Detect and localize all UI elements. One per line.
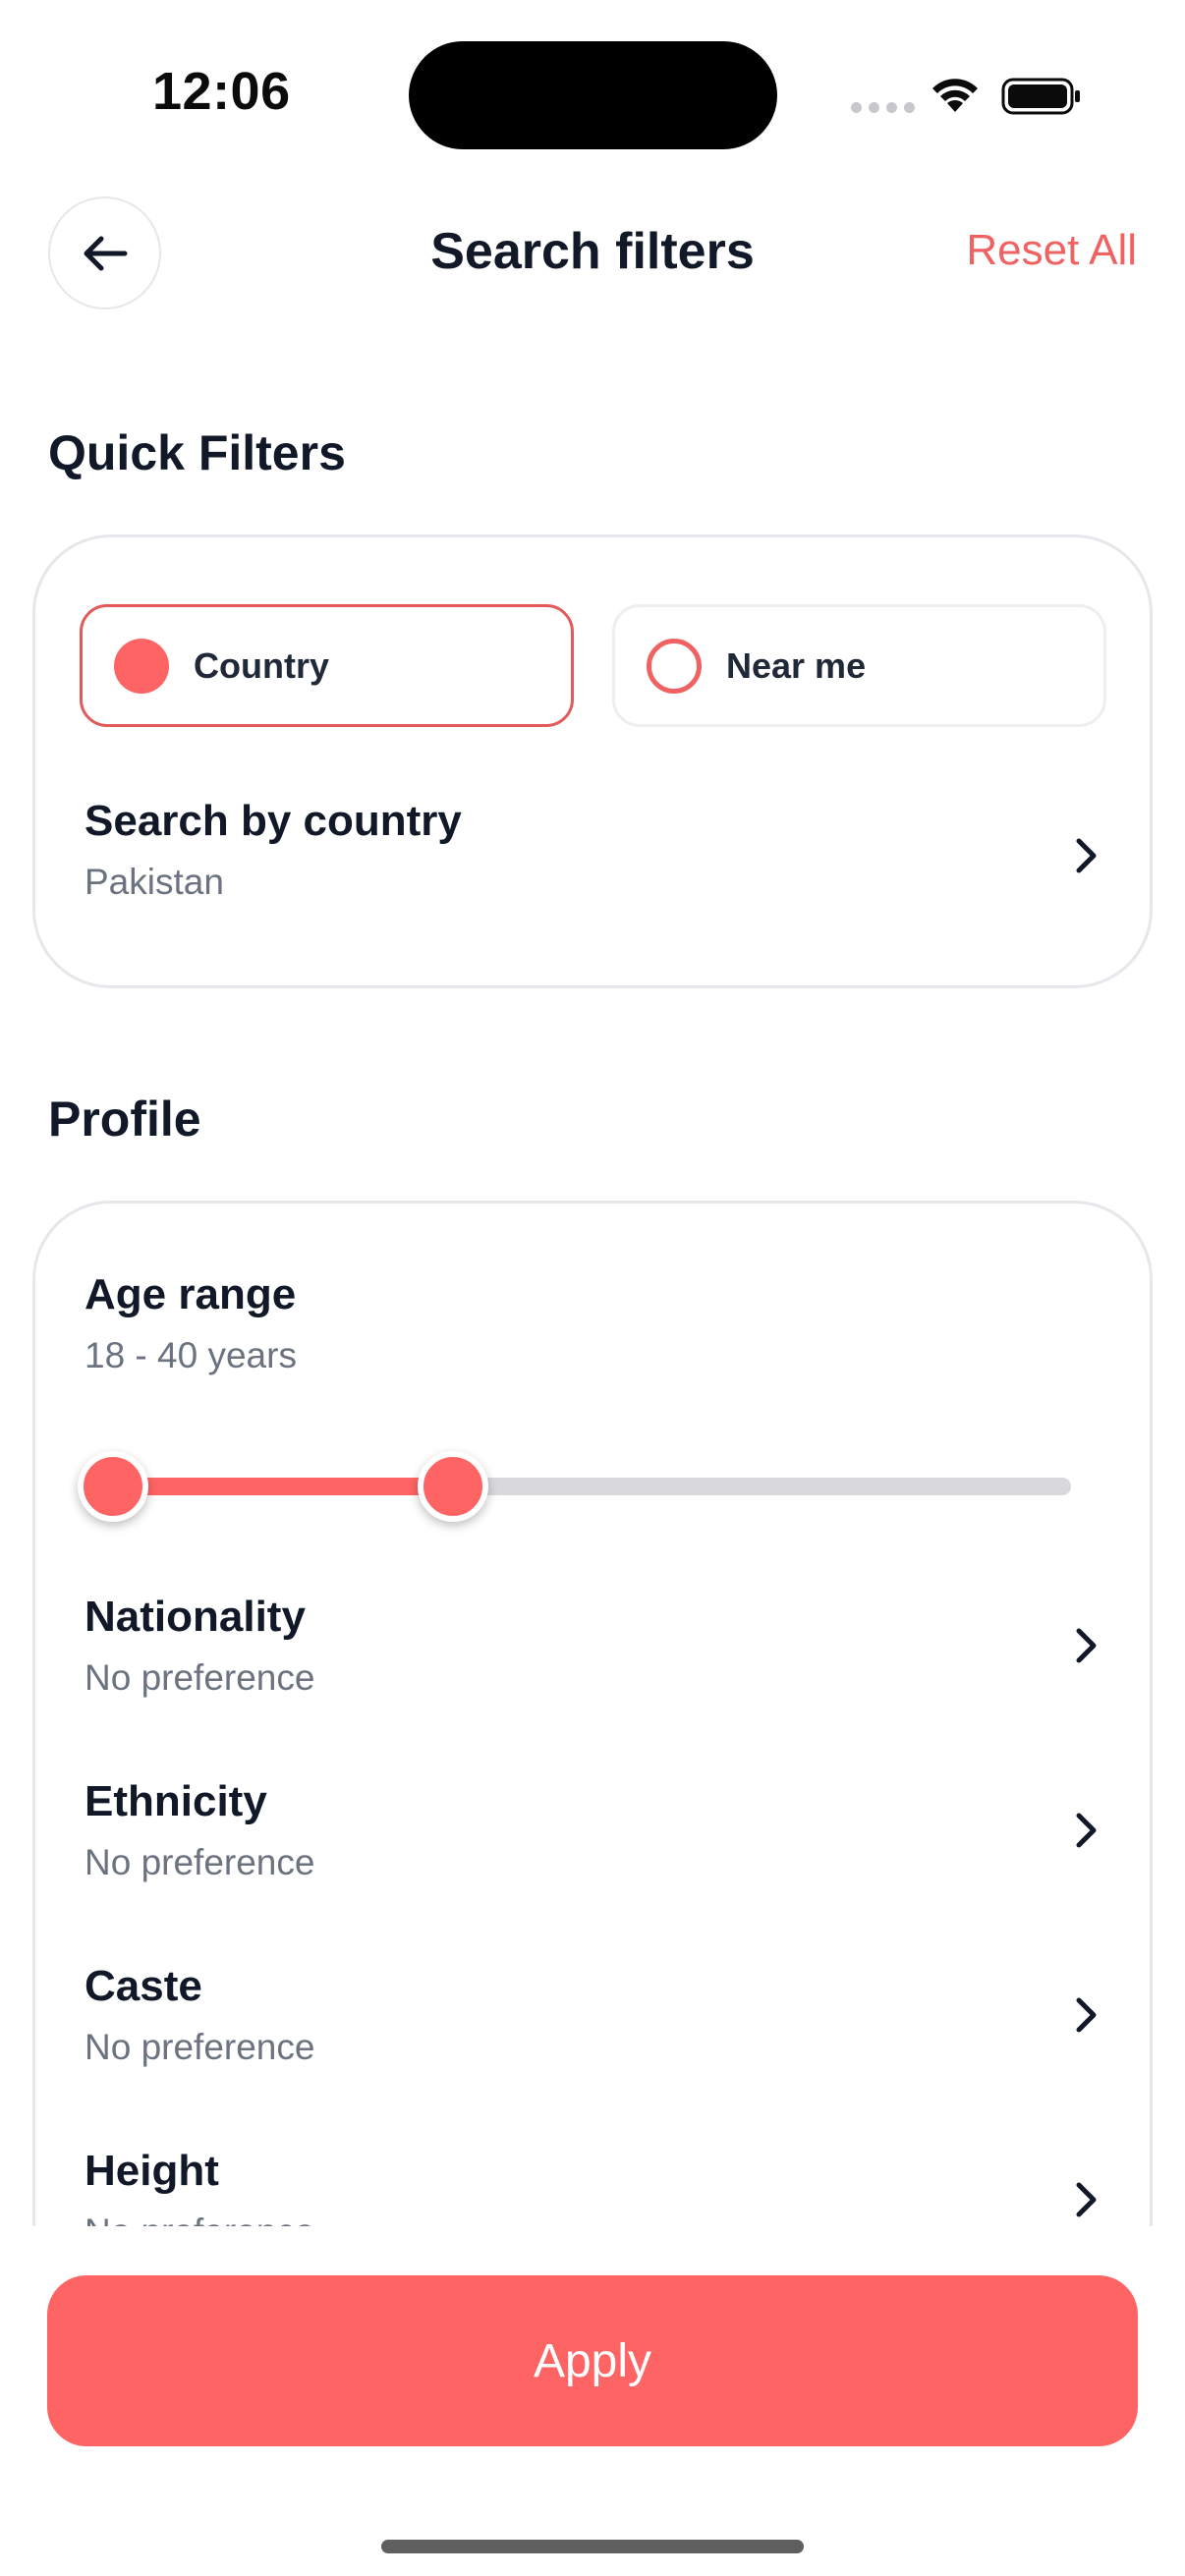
caste-row[interactable]: Caste No preference: [35, 1956, 1150, 2113]
wifi-icon: [932, 79, 978, 112]
radio-unselected-icon: [647, 638, 702, 694]
search-by-country-value: Pakistan: [85, 862, 224, 902]
near-me-option[interactable]: Near me: [612, 604, 1106, 727]
quick-filters-heading: Quick Filters: [48, 425, 346, 480]
radio-selected-icon: [114, 638, 169, 694]
search-by-country-title: Search by country: [85, 797, 462, 845]
ethnicity-row[interactable]: Ethnicity No preference: [35, 1771, 1150, 1929]
apply-button[interactable]: Apply: [47, 2275, 1138, 2446]
cellular-signal-icon: [851, 102, 915, 113]
age-slider-max-thumb[interactable]: [418, 1451, 488, 1522]
reset-all-button[interactable]: Reset All: [966, 226, 1137, 275]
chevron-right-icon: [1076, 838, 1097, 873]
quick-filters-card: Country Near me Search by country Pakist…: [32, 534, 1153, 988]
ethnicity-title: Ethnicity: [85, 1777, 267, 1825]
battery-icon: [1001, 78, 1080, 115]
search-by-country-row[interactable]: Search by country Pakistan: [35, 763, 1150, 911]
ethnicity-value: No preference: [85, 1842, 315, 1882]
nationality-row[interactable]: Nationality No preference: [35, 1587, 1150, 1744]
caste-title: Caste: [85, 1962, 202, 2010]
country-option-label: Country: [194, 644, 329, 686]
dynamic-island: [409, 41, 777, 149]
chevron-right-icon: [1076, 2182, 1097, 2217]
home-indicator: [381, 2540, 804, 2553]
country-option[interactable]: Country: [80, 604, 574, 727]
height-title: Height: [85, 2147, 219, 2195]
age-range-title: Age range: [85, 1270, 297, 1318]
chevron-right-icon: [1076, 1997, 1097, 2033]
nationality-title: Nationality: [85, 1593, 306, 1641]
status-time: 12:06: [152, 62, 291, 121]
near-me-option-label: Near me: [726, 644, 867, 686]
caste-value: No preference: [85, 2027, 315, 2067]
nationality-value: No preference: [85, 1657, 315, 1698]
age-slider-fill: [113, 1478, 452, 1495]
age-range-value: 18 - 40 years: [85, 1335, 297, 1375]
profile-heading: Profile: [48, 1092, 201, 1147]
chevron-right-icon: [1076, 1813, 1097, 1848]
age-slider-min-thumb[interactable]: [78, 1451, 148, 1522]
search-filters-screen: 12:06 Search filters Reset All Quick Fil…: [0, 0, 1185, 2576]
chevron-right-icon: [1076, 1628, 1097, 1663]
